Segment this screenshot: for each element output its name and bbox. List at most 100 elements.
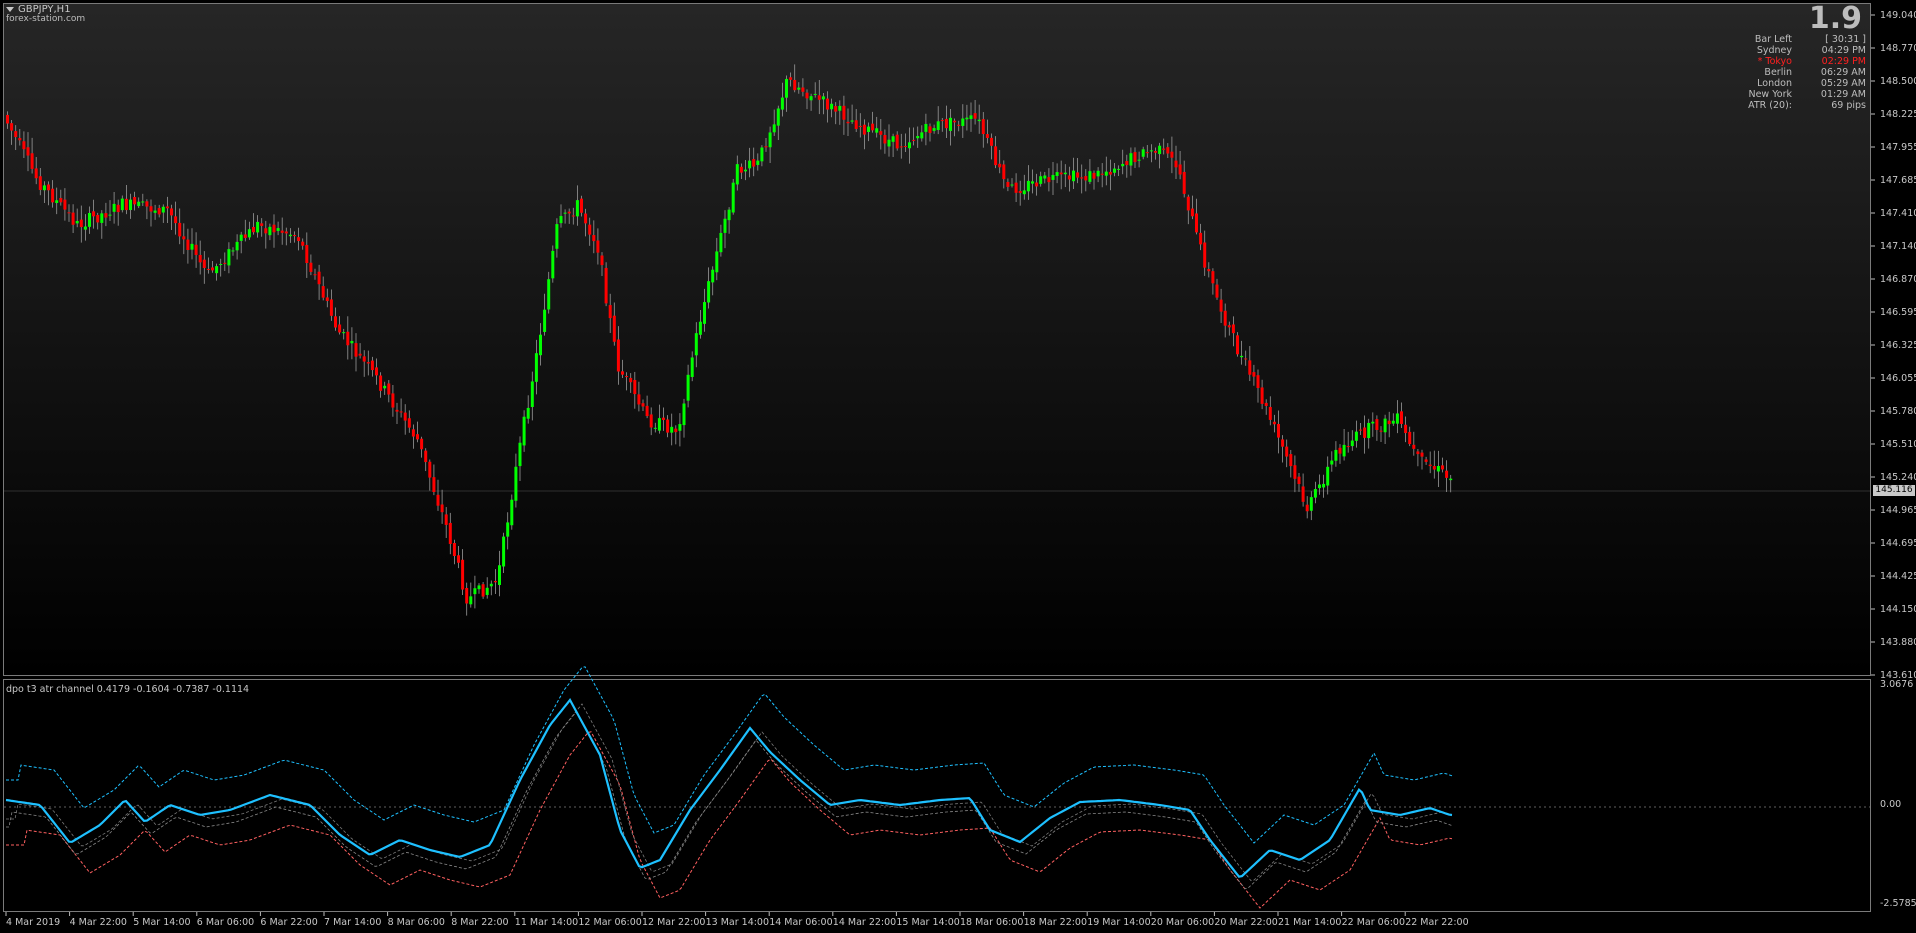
bear-candle <box>30 153 34 169</box>
bear-candle <box>149 206 153 212</box>
bear-candle <box>432 477 436 493</box>
bull-candle <box>161 206 165 213</box>
bear-candle <box>637 394 641 405</box>
bull-candle <box>1391 420 1395 424</box>
bear-candle <box>858 125 862 127</box>
current-price-tag: 145.116 <box>1873 485 1915 496</box>
bear-candle <box>1260 387 1264 404</box>
bear-candle <box>1182 171 1186 194</box>
bear-candle <box>625 376 629 378</box>
info-row: Bar Left [ 30:31 ] <box>1696 34 1866 45</box>
bear-candle <box>370 360 374 371</box>
bear-candle <box>912 139 916 141</box>
bull-candle <box>575 200 579 217</box>
bull-candle <box>977 119 981 122</box>
bull-candle <box>247 229 251 238</box>
info-panel: 1.9 Bar Left[ 30:31 ] Sydney 04:29 PM * Tok… <box>1696 4 1866 112</box>
bull-candle <box>108 214 112 216</box>
bear-candle <box>67 212 71 214</box>
time-axis-label: 8 Mar 22:00 <box>451 917 508 928</box>
bear-candle <box>1281 439 1285 447</box>
time-axis-label: 18 Mar 06:00 <box>960 917 1023 928</box>
bear-candle <box>1305 504 1309 512</box>
bear-candle <box>752 159 756 167</box>
bear-candle <box>399 411 403 413</box>
bear-candle <box>1379 430 1383 432</box>
bull-candle <box>547 279 551 310</box>
bear-candle <box>1018 191 1022 193</box>
bear-candle <box>1035 182 1039 187</box>
bull-candle <box>821 96 825 100</box>
bull-candle <box>55 200 59 203</box>
bear-candle <box>994 146 998 166</box>
bull-candle <box>838 105 842 111</box>
bear-candle <box>22 141 26 150</box>
bull-candle <box>276 228 280 231</box>
bear-candle <box>440 504 444 513</box>
bull-candle <box>534 353 538 382</box>
bear-candle <box>206 268 210 270</box>
bull-candle <box>1383 418 1387 433</box>
bear-candle <box>953 120 957 123</box>
bear-candle <box>899 146 903 148</box>
info-row-value: [ 30:31 ] <box>1825 34 1866 45</box>
bear-candle <box>571 215 575 217</box>
bull-candle <box>875 128 879 133</box>
bear-candle <box>403 412 407 421</box>
bear-candle <box>834 106 838 112</box>
info-row-label: London <box>1757 78 1792 89</box>
bear-candle <box>424 450 428 463</box>
bull-candle <box>735 164 739 185</box>
bear-candle <box>71 212 75 225</box>
bear-candle <box>629 377 633 383</box>
bear-candle <box>895 134 899 149</box>
bull-candle <box>1318 484 1321 489</box>
bull-candle <box>965 117 969 120</box>
dpo-main-line <box>5 698 1453 878</box>
time-axis-label: 22 Mar 22:00 <box>1405 917 1468 928</box>
bear-candle <box>817 95 821 100</box>
bull-candle <box>723 218 727 233</box>
bear-candle <box>301 241 305 246</box>
bull-candle <box>1137 159 1141 161</box>
bear-candle <box>592 235 596 242</box>
bear-candle <box>243 234 247 238</box>
price-axis-label: 148.500 <box>1880 76 1916 87</box>
bull-candle <box>785 78 788 98</box>
bull-candle <box>715 251 719 273</box>
bear-candle <box>1445 470 1449 478</box>
bull-candle <box>129 199 132 211</box>
bear-candle <box>1277 423 1280 438</box>
indicator-axis-label: 0.00 <box>1880 799 1901 810</box>
bull-candle <box>768 132 772 148</box>
bear-candle <box>662 417 665 420</box>
bear-candle <box>1211 271 1215 284</box>
bear-candle <box>764 146 768 148</box>
price-axis-label: 145.510 <box>1880 439 1916 450</box>
info-row-label: * Tokyo <box>1757 56 1792 67</box>
bear-candle <box>826 98 829 110</box>
middle-channel-line <box>6 703 1453 882</box>
time-axis-label: 13 Mar 14:00 <box>706 917 769 928</box>
bear-candle <box>14 131 18 138</box>
bear-candle <box>1190 208 1194 217</box>
chart-canvas: 149.040 148.770 148.500 148.225 147.955 147.6… <box>4 10 1916 928</box>
bull-candle <box>1043 175 1047 179</box>
price-axis-label: 149.040 <box>1880 10 1916 21</box>
bear-candle <box>38 176 42 190</box>
indicator-axis-label: 3.0676 <box>1880 679 1913 690</box>
bear-candle <box>862 124 866 135</box>
bull-candle <box>711 269 715 283</box>
bear-candle <box>202 259 206 268</box>
info-row-label: New York <box>1748 89 1792 100</box>
bull-candle <box>88 213 91 227</box>
bear-candle <box>1412 444 1416 449</box>
bear-candle <box>793 79 797 91</box>
bull-candle <box>1354 431 1358 441</box>
bear-candle <box>1264 402 1268 406</box>
bear-candle <box>1166 147 1170 154</box>
bull-candle <box>1051 174 1055 180</box>
bear-candle <box>801 87 805 92</box>
bear-candle <box>846 121 850 124</box>
bull-candle <box>215 266 219 274</box>
